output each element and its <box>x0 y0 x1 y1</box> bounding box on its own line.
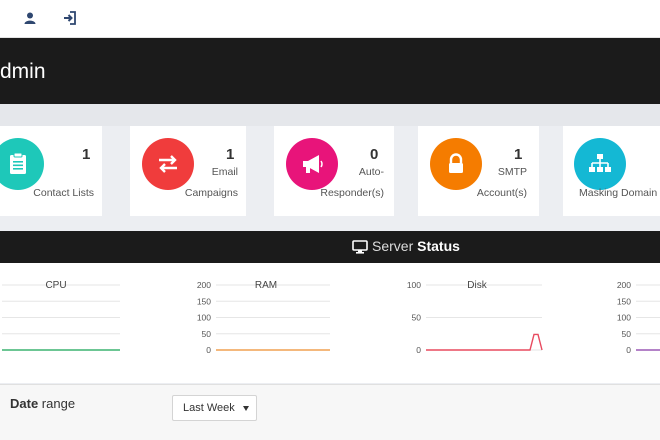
stat-card-smtp-accounts[interactable]: 1 SMTP Account(s) <box>418 126 539 216</box>
header-spacer <box>0 104 660 126</box>
chart-title: RAM <box>255 280 277 291</box>
chart-title: CPU <box>45 280 66 291</box>
chart-tick-label: 50 <box>202 329 212 339</box>
stat-value: 0 <box>370 146 379 163</box>
stat-label-line2: Masking Domain <box>579 187 658 199</box>
server-status-bold: Status <box>417 238 460 254</box>
chart-tick-label: 100 <box>197 313 211 323</box>
server-status-prefix: Server <box>372 238 414 254</box>
chart-tick-label: 0 <box>626 345 631 355</box>
stat-label-line1: Email <box>211 166 238 178</box>
chart-title: Disk <box>467 280 487 291</box>
stat-card-email-campaigns[interactable]: 1 Email Campaigns <box>130 126 246 216</box>
date-range-selected: Last Week <box>183 402 235 414</box>
stat-card-contact-lists[interactable]: 1 Contact Lists <box>0 126 102 216</box>
stat-value: 1 <box>82 146 91 163</box>
chart-tick-label: 50 <box>412 313 422 323</box>
stat-value: 1 <box>226 146 235 163</box>
page-header: dmin <box>0 38 660 104</box>
lock-icon <box>430 138 482 190</box>
stat-label-line1: Auto- <box>358 166 384 178</box>
page-title: dmin <box>0 60 46 83</box>
server-status-title: Server Status <box>372 238 460 254</box>
chart-tick-label: 50 <box>622 329 632 339</box>
stat-card-auto-responders[interactable]: 0 Auto- Responder(s) <box>274 126 394 216</box>
stat-label-line2: Campaigns <box>184 187 238 199</box>
chart-tick-label: 0 <box>416 345 421 355</box>
date-range-label-rest: range <box>38 396 76 411</box>
chart-tick-label: 100 <box>617 313 631 323</box>
server-charts-svg: CPU 200 150 100 50 0 RAM 100 50 0 Disk 200 150 100 50 0 <box>2 280 660 355</box>
stat-card-masking-domains[interactable]: Masking Domain <box>563 126 660 216</box>
top-navbar <box>0 0 660 38</box>
chart-series-line <box>426 333 543 351</box>
stat-label-line1: SMTP <box>497 166 527 178</box>
stat-label-line2: Contact Lists <box>33 187 94 199</box>
server-status-header: Server Status <box>0 231 660 263</box>
chevron-down-icon <box>243 406 249 411</box>
chart-tick-label: 200 <box>617 280 631 290</box>
chart-tick-label: 150 <box>617 296 631 306</box>
user-icon[interactable] <box>22 10 38 26</box>
stat-value: 1 <box>514 146 523 163</box>
sign-in-icon[interactable] <box>62 10 78 26</box>
date-range-row: Date range Last Week <box>0 384 660 440</box>
chart-tick-label: 0 <box>206 345 211 355</box>
chart-tick-label: 150 <box>197 296 211 306</box>
chart-tick-label: 200 <box>197 280 211 290</box>
server-charts: CPU 200 150 100 50 0 RAM 100 50 0 Disk 200 150 100 50 0 <box>0 263 660 383</box>
stat-label-line2: Responder(s) <box>320 187 384 199</box>
chart-tick-label: 100 <box>407 280 421 290</box>
date-range-label: Date range <box>10 396 75 411</box>
desktop-icon <box>352 240 368 254</box>
date-range-label-bold: Date <box>10 396 39 411</box>
date-range-select[interactable]: Last Week <box>172 395 257 421</box>
stat-label-line2: Account(s) <box>476 187 527 199</box>
